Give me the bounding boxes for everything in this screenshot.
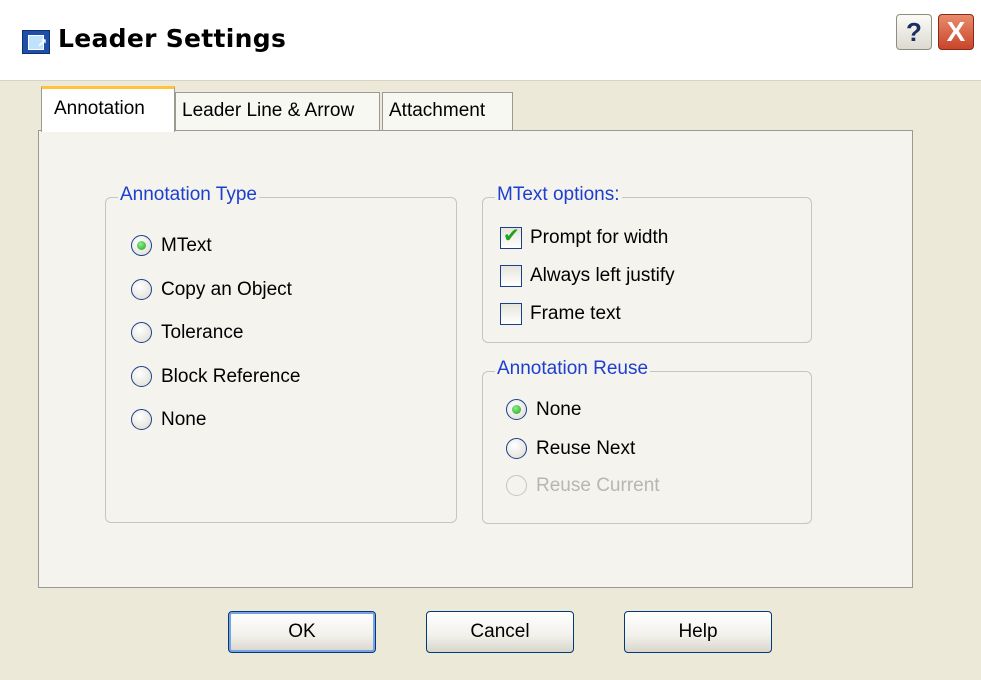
mtext-options-group: MText options: ✔ Prompt for width Always… xyxy=(482,184,812,343)
checkbox-label: Frame text xyxy=(530,303,621,324)
tab-leader-line-arrow[interactable]: Leader Line & Arrow xyxy=(175,92,380,130)
title-bar: ↗ Leader Settings ? X xyxy=(0,0,981,81)
radio-button[interactable] xyxy=(131,279,152,300)
annotation-reuse-label: Annotation Reuse xyxy=(495,358,651,380)
checkmark-icon: ✔ xyxy=(503,225,520,247)
radio-label: MText xyxy=(161,235,212,256)
checkbox[interactable]: ✔ xyxy=(500,225,522,249)
help-button[interactable]: Help xyxy=(624,611,772,653)
radio-button[interactable] xyxy=(131,409,152,430)
radio-label: Tolerance xyxy=(161,322,244,343)
tab-annotation[interactable]: Annotation xyxy=(41,86,175,132)
radio-button[interactable] xyxy=(506,438,527,459)
help-title-button[interactable]: ? xyxy=(896,14,932,50)
checkbox-label: Always left justify xyxy=(530,265,675,286)
ok-button[interactable]: OK xyxy=(228,611,376,653)
leader-settings-icon: ↗ xyxy=(22,30,50,54)
mtext-options-label: MText options: xyxy=(495,184,622,206)
leader-settings-dialog: ↗ Leader Settings ? X Annotation Leader … xyxy=(0,0,981,680)
annotation-tab-panel: Annotation Type MText Copy an Object Tol… xyxy=(38,130,913,588)
window-title: Leader Settings xyxy=(58,24,287,53)
annotation-reuse-group: Annotation Reuse None Reuse Next Reuse C… xyxy=(482,358,812,524)
radio-label: Copy an Object xyxy=(161,279,292,300)
radio-label: Reuse Next xyxy=(536,438,636,459)
radio-label: None xyxy=(536,399,582,420)
cancel-button[interactable]: Cancel xyxy=(426,611,574,653)
radio-button[interactable] xyxy=(131,322,152,343)
radio-button[interactable] xyxy=(506,399,527,420)
annotation-type-group: Annotation Type MText Copy an Object Tol… xyxy=(105,184,457,523)
radio-button[interactable] xyxy=(131,235,152,256)
close-button[interactable]: X xyxy=(938,14,974,50)
radio-button xyxy=(506,475,527,496)
checkbox[interactable] xyxy=(500,265,522,287)
radio-label: Block Reference xyxy=(161,366,301,387)
checkbox-label: Prompt for width xyxy=(530,227,669,248)
checkbox[interactable] xyxy=(500,303,522,325)
annotation-type-label: Annotation Type xyxy=(118,184,259,206)
radio-label: None xyxy=(161,409,207,430)
radio-button[interactable] xyxy=(131,366,152,387)
tab-attachment[interactable]: Attachment xyxy=(382,92,513,130)
radio-label: Reuse Current xyxy=(536,475,660,496)
